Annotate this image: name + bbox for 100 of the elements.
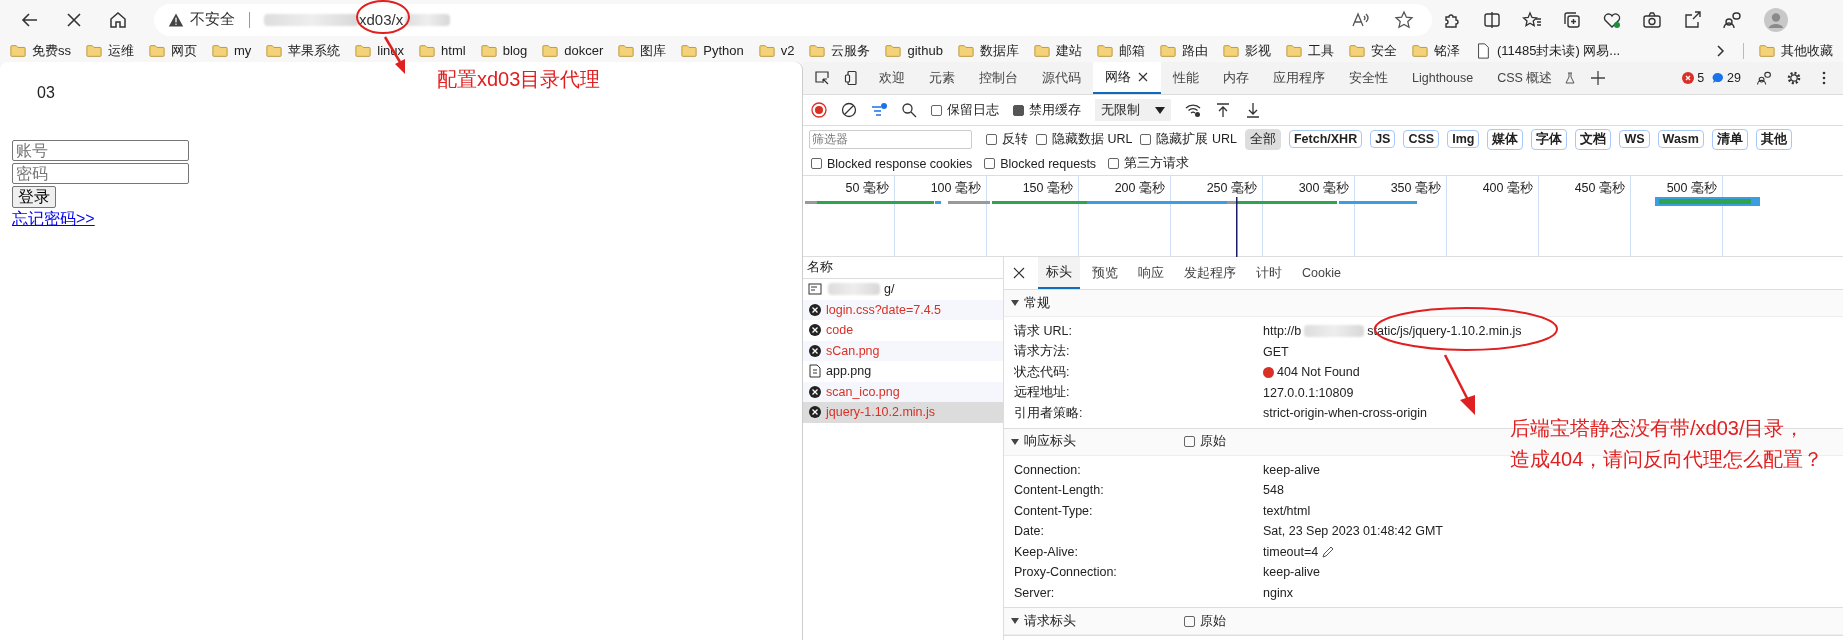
devtools-tab[interactable]: 源代码 xyxy=(1030,62,1093,94)
request-row[interactable]: code xyxy=(803,320,1003,341)
share-icon[interactable] xyxy=(1682,9,1702,30)
forgot-password-link[interactable]: 忘记密码>> xyxy=(12,209,95,230)
bookmark[interactable]: 数据库 xyxy=(957,41,1019,60)
type-filter-button[interactable]: CSS xyxy=(1403,130,1440,148)
section-header[interactable]: 常规 xyxy=(1004,294,1184,312)
bookmark[interactable]: 邮箱 xyxy=(1096,41,1145,60)
devtools-tab[interactable]: 安全性 xyxy=(1337,62,1400,94)
bookmark[interactable]: blog xyxy=(480,42,528,59)
details-tab[interactable]: 计时 xyxy=(1248,257,1290,289)
request-row[interactable]: app.png xyxy=(803,361,1003,382)
upload-icon[interactable] xyxy=(1215,102,1231,118)
pencil-icon[interactable] xyxy=(1321,544,1336,559)
request-row[interactable]: g/ xyxy=(803,279,1003,300)
type-filter-button[interactable]: WS xyxy=(1619,130,1650,148)
profiles-icon[interactable] xyxy=(1756,70,1772,86)
close-icon[interactable] xyxy=(1137,71,1149,83)
devtools-tab[interactable]: 网络 xyxy=(1093,62,1161,94)
throttling-dropdown[interactable]: 无限制 xyxy=(1095,99,1171,121)
bookmark[interactable]: 免费ss xyxy=(10,41,71,60)
error-count[interactable]: 5 xyxy=(1697,71,1705,85)
devtools-tab[interactable]: 控制台 xyxy=(967,62,1030,94)
bookmark[interactable]: my xyxy=(212,42,252,59)
bookmark[interactable]: 安全 xyxy=(1348,41,1397,60)
details-tab[interactable]: 发起程序 xyxy=(1176,257,1244,289)
devtools-tab[interactable]: 应用程序 xyxy=(1261,62,1337,94)
record-stop-icon[interactable] xyxy=(811,102,827,118)
filter-checkbox[interactable]: 反转 xyxy=(986,130,1028,148)
close-icon[interactable] xyxy=(1012,266,1026,280)
type-filter-button[interactable]: JS xyxy=(1370,130,1396,148)
section-header[interactable]: 响应标头 xyxy=(1004,433,1184,450)
bookmark[interactable]: 影视 xyxy=(1222,41,1271,60)
type-filter-button[interactable]: Img xyxy=(1447,130,1480,148)
home-icon[interactable] xyxy=(108,9,128,30)
preserve-log-checkbox[interactable]: 保留日志 xyxy=(931,101,999,119)
details-tab[interactable]: 预览 xyxy=(1084,257,1126,289)
bookmark[interactable]: 建站 xyxy=(1033,41,1082,60)
raw-checkbox[interactable]: 原始 xyxy=(1184,433,1226,450)
filter-field[interactable]: 筛选器 xyxy=(809,129,972,149)
devtools-tab[interactable]: 欢迎 xyxy=(867,62,917,94)
bookmark[interactable]: 其他收藏 xyxy=(1759,41,1833,60)
details-tab[interactable]: 标头 xyxy=(1038,257,1080,289)
camera-icon[interactable] xyxy=(1642,9,1662,30)
devtools-tab[interactable]: Lighthouse xyxy=(1400,62,1486,94)
raw-checkbox[interactable]: 原始 xyxy=(1184,612,1226,630)
password-field[interactable]: 密码 xyxy=(12,163,189,184)
section-header[interactable]: 请求标头 xyxy=(1004,612,1184,630)
collections-icon[interactable] xyxy=(1562,9,1582,30)
plus-icon[interactable] xyxy=(1590,70,1607,86)
bookmark[interactable]: Python xyxy=(681,42,744,59)
favorites-icon[interactable] xyxy=(1522,9,1542,30)
split-screen-icon[interactable] xyxy=(1482,9,1502,30)
type-filter-button[interactable]: 字体 xyxy=(1531,128,1568,150)
option-checkbox[interactable]: Blocked response cookies xyxy=(811,156,973,171)
devtools-tab[interactable]: 性能 xyxy=(1161,62,1211,94)
network-settings-icon[interactable] xyxy=(1185,102,1201,118)
download-icon[interactable] xyxy=(1245,102,1261,118)
devtools-tab[interactable]: CSS 概述 xyxy=(1485,62,1565,94)
bookmark[interactable]: (11485封未读) 网易... xyxy=(1474,41,1621,60)
filter-checkbox[interactable]: 隐藏扩展 URL xyxy=(1140,130,1237,148)
search-icon[interactable] xyxy=(901,102,917,118)
option-checkbox[interactable]: Blocked requests xyxy=(984,156,1097,171)
bookmark[interactable]: 图库 xyxy=(618,41,667,60)
type-filter-button[interactable]: Fetch/XHR xyxy=(1288,130,1363,148)
bookmark[interactable]: 运维 xyxy=(86,41,134,60)
option-checkbox[interactable]: 第三方请求 xyxy=(1108,155,1190,172)
request-row[interactable]: login.css?date=7.4.5 xyxy=(803,299,1003,320)
username-field[interactable]: 账号 xyxy=(12,140,189,161)
address-bar[interactable]: 不安全 xd03/x xyxy=(154,3,1432,36)
settings-icon[interactable] xyxy=(1786,70,1802,86)
avatar-icon[interactable] xyxy=(1764,7,1788,32)
bookmark[interactable]: 云服务 xyxy=(809,41,871,60)
bookmark[interactable]: 工具 xyxy=(1285,41,1334,60)
type-filter-button[interactable]: 全部 xyxy=(1244,128,1281,150)
filter-icon[interactable] xyxy=(871,102,887,118)
type-filter-button[interactable]: 文档 xyxy=(1575,128,1612,150)
filter-checkbox[interactable]: 隐藏数据 URL xyxy=(1036,130,1133,148)
bookmark[interactable]: 苹果系统 xyxy=(266,41,341,60)
bookmark[interactable]: v2 xyxy=(758,42,795,59)
disable-cache-checkbox[interactable]: 禁用缓存 xyxy=(1013,101,1081,119)
request-row[interactable]: jquery-1.10.2.min.js xyxy=(803,402,1003,423)
bookmark[interactable]: 铭泽 xyxy=(1411,41,1460,60)
profiles-icon[interactable] xyxy=(1722,9,1742,30)
bookmark[interactable]: 路由 xyxy=(1159,41,1208,60)
type-filter-button[interactable]: 清单 xyxy=(1711,128,1748,150)
device-icon[interactable] xyxy=(844,70,860,86)
bookmark[interactable]: github xyxy=(885,42,943,59)
bookmark[interactable]: html xyxy=(419,42,466,59)
inspect-icon[interactable] xyxy=(814,70,830,86)
request-row[interactable]: sCan.png xyxy=(803,340,1003,361)
star-icon[interactable] xyxy=(1394,9,1414,30)
login-button[interactable]: 登录 xyxy=(12,186,56,208)
details-tab[interactable]: Cookie xyxy=(1294,257,1349,289)
bookmark[interactable]: dokcer xyxy=(542,42,604,59)
devtools-tab[interactable]: 元素 xyxy=(917,62,967,94)
bookmark[interactable]: 网页 xyxy=(149,41,197,60)
details-tab[interactable]: 响应 xyxy=(1130,257,1172,289)
type-filter-button[interactable]: 其他 xyxy=(1755,128,1792,150)
devtools-tab[interactable]: 内存 xyxy=(1211,62,1261,94)
